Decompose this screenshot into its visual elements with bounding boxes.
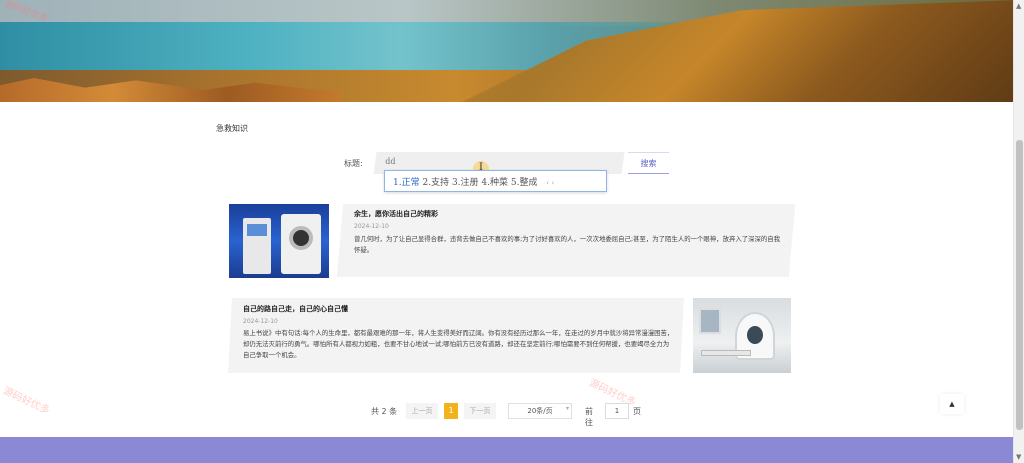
ime-candidate-1[interactable]: 1.正常	[393, 178, 420, 188]
article-date-2: 2024-12-10	[243, 318, 278, 325]
article-date-1: 2024-12-10	[354, 223, 389, 230]
search-label: 标题:	[344, 159, 363, 168]
pagination-goto-input[interactable]: 1	[605, 403, 629, 419]
pagination-next-button[interactable]: 下一页	[464, 403, 496, 419]
arrow-up-icon: ▲	[949, 400, 955, 408]
ime-page-arrows-icon[interactable]: ‹ ›	[546, 179, 554, 187]
article-title-2[interactable]: 自己的路自己走，自己的心自己懂	[243, 304, 348, 314]
footer-bar	[0, 437, 1013, 463]
pagination-page-1[interactable]: 1	[444, 403, 458, 419]
pagination-total: 共 2 条	[371, 407, 398, 416]
page-scrollbar[interactable]: ▲ ▼	[1013, 0, 1024, 463]
ime-candidate-2[interactable]: 2.支持	[422, 178, 449, 188]
ime-candidate-bar[interactable]: 1.正常 2.支持 3.注册 4.种菜 5.整成 ‹ ›	[384, 170, 607, 192]
search-button[interactable]: 搜索	[628, 152, 669, 174]
section-title: 急救知识	[216, 124, 248, 133]
pagination-goto-label: 前往	[585, 407, 593, 427]
article-image-1[interactable]	[229, 204, 329, 278]
article-image-2[interactable]	[693, 298, 791, 373]
scroll-down-icon[interactable]: ▼	[1016, 453, 1021, 461]
back-to-top-button[interactable]: ▲	[940, 394, 964, 414]
search-input-value: dd	[385, 157, 396, 166]
article-summary-2: 易上书说》中有句话:每个人的生命里，都有最艰难的那一年，将人生变得美好而辽阔。你…	[243, 329, 674, 359]
scroll-up-icon[interactable]: ▲	[1016, 2, 1021, 10]
ime-candidate-3[interactable]: 3.注册	[452, 178, 479, 188]
pagination-page-suffix: 页	[633, 407, 641, 416]
scroll-thumb[interactable]	[1016, 140, 1023, 430]
article-summary-1: 曾几何时，为了让自己显得合群，违背去做自己不喜欢的事;为了讨好喜欢的人，一次次地…	[354, 235, 781, 254]
ime-candidate-5[interactable]: 5.整成	[511, 178, 538, 188]
banner-image: 源码好优多	[0, 0, 1013, 102]
pagination-page-size-select[interactable]: 20条/页	[508, 403, 572, 419]
article-title-1[interactable]: 余生，愿你活出自己的精彩	[354, 209, 438, 219]
pagination-prev-button[interactable]: 上一页	[406, 403, 438, 419]
watermark-left: 源码好优多	[1, 385, 52, 417]
ime-candidate-4[interactable]: 4.种菜	[481, 178, 508, 188]
chevron-down-icon[interactable]: ▾	[566, 405, 569, 412]
